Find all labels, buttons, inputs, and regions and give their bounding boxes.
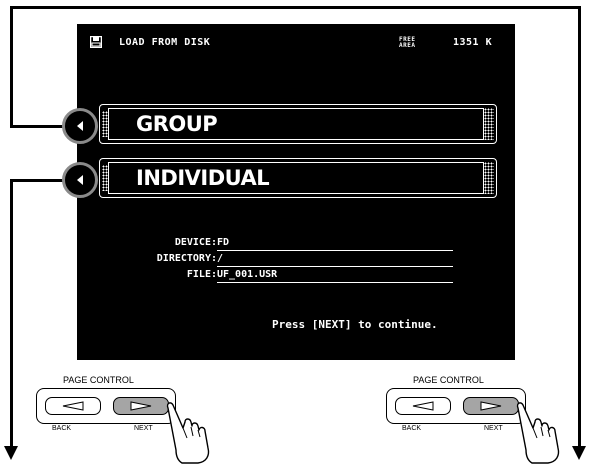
continue-prompt: Press [NEXT] to continue. [272, 318, 438, 331]
back-button[interactable] [395, 397, 451, 415]
down-arrow-icon [572, 446, 586, 460]
page-control-left [36, 388, 176, 424]
back-arrow-icon [62, 401, 84, 411]
back-button[interactable] [45, 397, 101, 415]
connector-top-line [10, 6, 580, 9]
left-triangle-icon [77, 175, 83, 185]
page-control-right [386, 388, 526, 424]
connector-individual-vertical [10, 179, 13, 447]
menu-item-individual[interactable]: INDIVIDUAL [99, 158, 497, 198]
screen-title: LOAD FROM DISK [119, 37, 211, 48]
free-area-label: FREE AREA [399, 36, 416, 49]
pointing-hand-icon [516, 402, 560, 464]
device-value: FD [217, 237, 230, 248]
menu-item-group[interactable]: GROUP [99, 104, 497, 144]
page-control-right-title: PAGE CONTROL [413, 375, 484, 385]
directory-label: DIRECTORY: [156, 253, 217, 264]
menu-item-individual-label: INDIVIDUAL [136, 166, 270, 190]
page-control-left-title: PAGE CONTROL [63, 375, 134, 385]
connector-group-horizontal [10, 125, 64, 128]
next-label: NEXT [484, 425, 503, 432]
group-button-highlight[interactable] [62, 108, 98, 144]
menu-item-group-label: GROUP [136, 112, 218, 136]
device-label: DEVICE: [174, 237, 217, 248]
connector-group-vertical [10, 6, 13, 128]
file-value: UF_001.USR [217, 269, 278, 280]
lcd-screen: LOAD FROM DISK FREE AREA 1351 K GROUP IN… [77, 24, 515, 360]
next-label: NEXT [134, 425, 153, 432]
back-arrow-icon [412, 401, 434, 411]
down-arrow-icon [4, 446, 18, 460]
connector-right-line [578, 6, 581, 446]
disk-icon [90, 36, 102, 48]
individual-button-highlight[interactable] [62, 162, 98, 198]
back-label: BACK [402, 425, 422, 432]
file-label: FILE: [186, 269, 217, 280]
back-label: BACK [52, 425, 72, 432]
free-area-size: 1351 K [453, 37, 493, 48]
pointing-hand-icon [166, 402, 210, 464]
directory-value: / [217, 253, 224, 264]
left-triangle-icon [77, 121, 83, 131]
connector-individual-horizontal [10, 179, 64, 182]
